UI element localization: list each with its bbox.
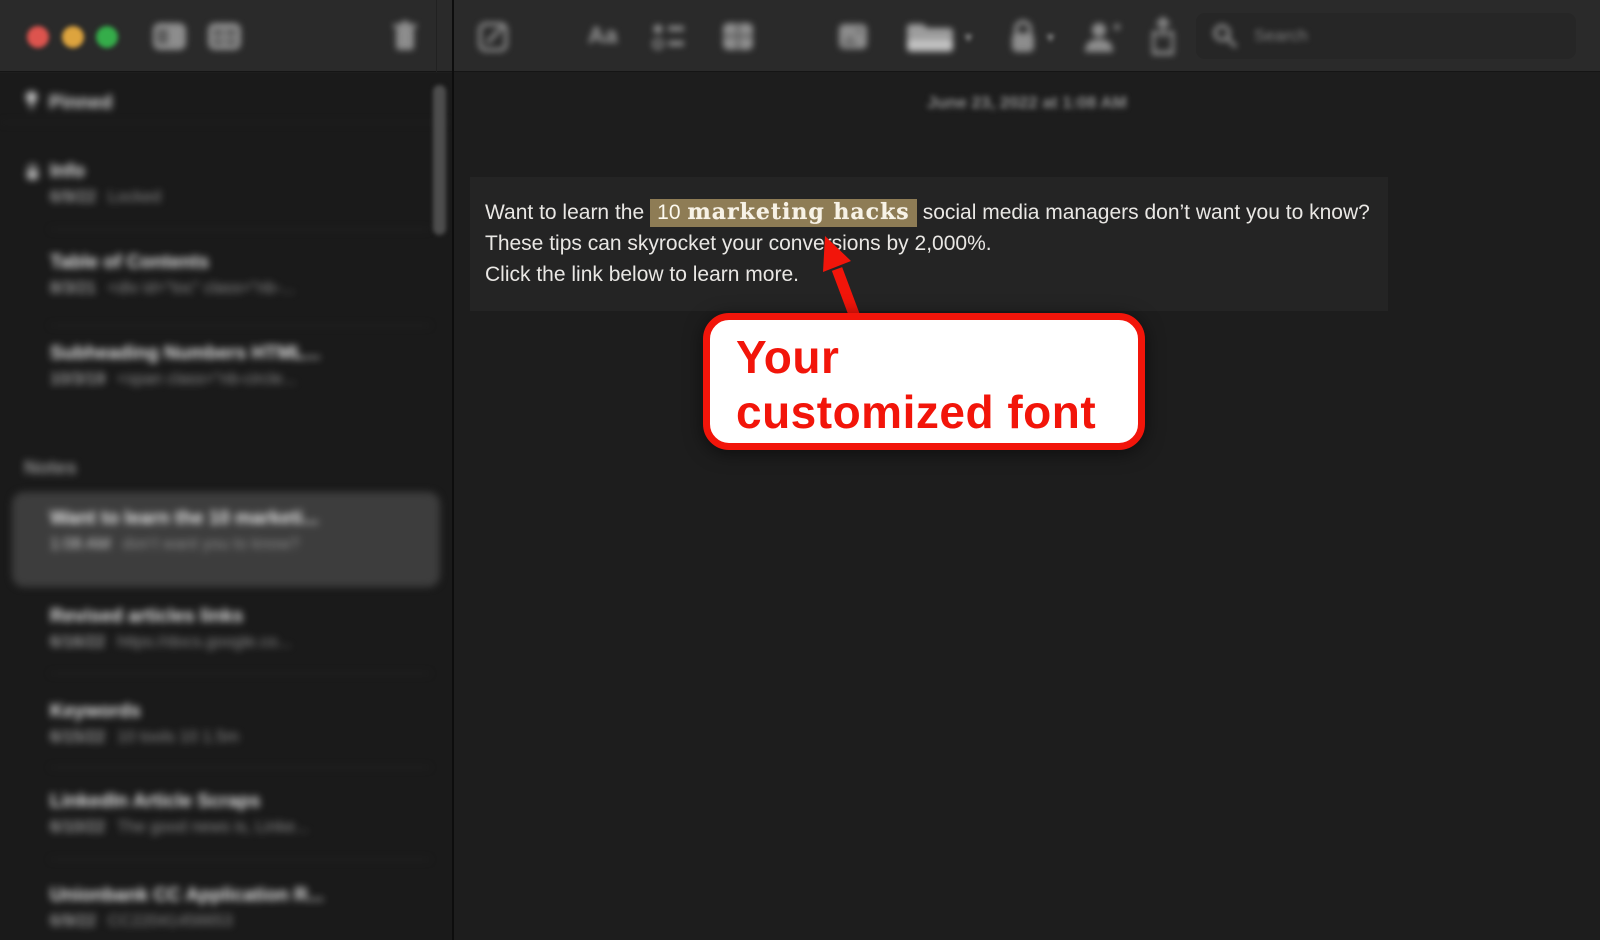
new-note-icon[interactable] (478, 20, 510, 53)
format-button-label: Aa (588, 22, 617, 48)
note-list-item-selected[interactable]: Want to learn the 10 marketi... 1:08 AMd… (0, 508, 452, 578)
divider (50, 325, 430, 326)
divider (50, 229, 430, 230)
note-list-item-info[interactable]: Info 6/9/22Locked (0, 161, 452, 231)
gallery-view-button[interactable] (207, 21, 242, 52)
pinned-section-header: Pinned (24, 91, 112, 116)
note-line-2: These tips can skyrocket your conversion… (485, 228, 1364, 259)
pin-icon (24, 91, 39, 116)
note-list-item-toc[interactable]: Table of Contents 8/3/21<div id="toc" cl… (0, 252, 452, 322)
chevron-down-icon: ▼ (1044, 30, 1057, 45)
share-icon[interactable] (1148, 17, 1178, 55)
close-button[interactable] (27, 26, 49, 48)
note-line-1: Want to learn the10marketing hackssocial… (485, 197, 1364, 228)
note-editor: June 23, 2022 at 1:08 AM Want to learn t… (454, 73, 1600, 940)
folder-icon[interactable] (905, 20, 955, 54)
notes-list: Pinned Info 6/9/22Locked Table of Conten… (0, 73, 452, 940)
divider (50, 767, 430, 768)
search-placeholder: Search (1254, 26, 1308, 46)
note-line-3: Click the link below to learn more. (485, 259, 1364, 290)
note-list-item-unionbank[interactable]: Unionbank CC Application R... 6/9/22CC22… (0, 885, 452, 940)
format-button[interactable]: Aa (588, 22, 617, 49)
zoom-button[interactable] (96, 26, 118, 48)
search-icon (1212, 23, 1238, 49)
toolbar: Aa ▼ ▼ Search (0, 0, 1600, 72)
search-field[interactable]: Search (1196, 13, 1576, 59)
divider (0, 122, 452, 123)
minimize-button[interactable] (62, 26, 84, 48)
callout-your-customized-font: Your customized font (703, 313, 1145, 450)
highlighted-text: 10marketing hacks (650, 199, 917, 227)
notes-list-sidebar: Pinned Info 6/9/22Locked Table of Conten… (0, 73, 452, 940)
note-body[interactable]: Want to learn the10marketing hackssocial… (470, 177, 1388, 311)
callout-label: Your customized font (736, 330, 1106, 440)
checklist-icon[interactable] (652, 22, 686, 52)
lock-icon (25, 163, 40, 186)
notes-window: Aa ▼ ▼ Search (0, 0, 1600, 940)
media-icon[interactable] (838, 22, 868, 51)
notes-section-header: Notes (24, 458, 77, 480)
note-date: June 23, 2022 at 1:08 AM (454, 93, 1600, 113)
note-list-item-linkedin[interactable]: LinkedIn Article Scraps 6/10/22The good … (0, 791, 452, 861)
collaborate-icon[interactable] (1082, 20, 1122, 54)
toolbar-divider (436, 0, 437, 72)
chevron-down-icon: ▼ (962, 30, 975, 45)
list-view-button[interactable] (152, 21, 187, 52)
table-icon[interactable] (722, 22, 754, 51)
note-list-item-revised[interactable]: Revised articles links 6/16/22https://do… (0, 606, 452, 676)
lock-icon[interactable] (1008, 18, 1038, 55)
note-list-item-subheading[interactable]: Subheading Numbers HTML... 10/3/19<span … (0, 343, 452, 413)
blackletter-text: marketing hacks (688, 199, 910, 225)
divider (50, 859, 430, 860)
divider (50, 673, 430, 674)
trash-icon[interactable] (392, 20, 418, 53)
note-list-item-keywords[interactable]: Keywords 6/15/2210 tools 10 1.5m (0, 701, 452, 771)
sidebar-scrollbar[interactable] (433, 85, 446, 235)
